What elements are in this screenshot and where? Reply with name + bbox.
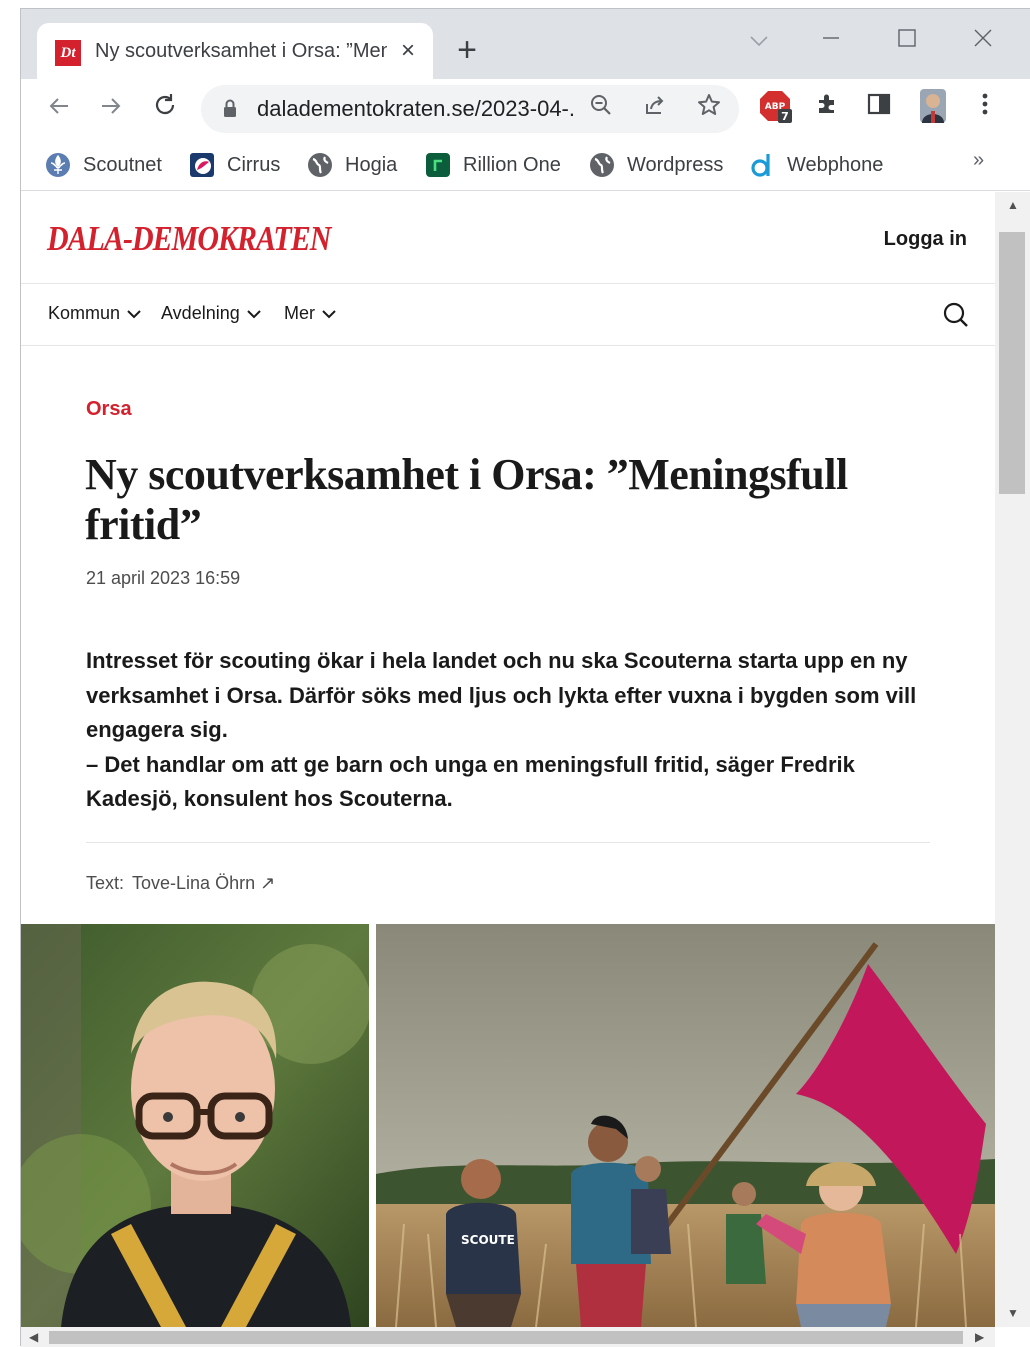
bookmark-star-icon[interactable] [693, 93, 725, 125]
scroll-left-arrow-icon[interactable]: ◀ [29, 1330, 38, 1344]
byline: Text: Tove-Lina Öhrn ↗ [86, 873, 275, 894]
close-tab-icon[interactable]: × [394, 37, 422, 65]
close-window-button[interactable] [963, 21, 1003, 61]
bookmark-webphone[interactable]: Webphone [749, 151, 883, 179]
bookmark-label: Webphone [787, 153, 884, 176]
webphone-icon [749, 152, 775, 178]
nav-label: Avdelning [161, 303, 240, 323]
scroll-down-arrow-icon[interactable]: ▼ [1007, 1306, 1019, 1320]
bookmark-label: Hogia [345, 153, 398, 176]
browser-toolbar: daladementokraten.se/2023-04-... ABP 7 [21, 79, 1030, 139]
tab-title: Ny scoutverksamhet i Orsa: ”Men [95, 40, 387, 62]
chevron-down-icon [127, 309, 141, 318]
search-icon[interactable] [941, 300, 971, 330]
bookmark-wordpress[interactable]: Wordpress [589, 151, 723, 179]
reload-button[interactable] [145, 89, 185, 129]
divider [86, 842, 930, 843]
fleur-de-lis-icon [45, 152, 71, 178]
tab-search-icon[interactable] [739, 21, 779, 61]
svg-text:7: 7 [781, 110, 789, 123]
vertical-scrollbar[interactable]: ▲ ▼ [995, 192, 1030, 1327]
svg-text:SCOUTE: SCOUTE [461, 1233, 515, 1247]
chevron-down-icon [247, 309, 261, 318]
bookmark-rillion-one[interactable]: Rillion One [425, 151, 561, 179]
bookmark-cirrus[interactable]: Cirrus [189, 151, 280, 179]
login-link[interactable]: Logga in [884, 228, 967, 251]
chrome-menu-icon[interactable] [965, 89, 1005, 129]
horizontal-scroll-thumb[interactable] [49, 1331, 963, 1344]
chevron-down-icon [322, 309, 336, 318]
site-header: DALA-DEMOKRATEN Logga in [21, 192, 995, 284]
bookmarks-bar: Scoutnet Cirrus Hogia Rillion One Wordpr… [21, 139, 1030, 191]
bookmarks-overflow-button[interactable]: » [973, 149, 984, 172]
tab-strip: Dt Ny scoutverksamhet i Orsa: ”Men × + [21, 9, 1030, 79]
article-photo-portrait[interactable] [21, 924, 369, 1327]
maximize-button[interactable] [887, 21, 927, 61]
globe-icon [307, 152, 333, 178]
article-photo-children-flag[interactable]: SCOUTE [376, 924, 995, 1327]
bookmark-label: Cirrus [227, 153, 281, 176]
tab-favicon-icon: Dt [55, 40, 81, 66]
extensions-puzzle-icon[interactable] [807, 89, 847, 129]
byline-label: Text: [86, 873, 125, 893]
lock-icon [224, 99, 236, 117]
adblock-plus-icon[interactable]: ABP 7 [755, 89, 795, 129]
article-lead: Intresset för scouting ökar i hela lande… [86, 644, 946, 817]
nav-avdelning[interactable]: Avdelning [161, 303, 262, 324]
site-logo[interactable]: DALA-DEMOKRATEN [47, 220, 331, 259]
scroll-right-arrow-icon[interactable]: ▶ [975, 1330, 984, 1344]
back-button[interactable] [39, 89, 79, 129]
bookmark-label: Scoutnet [83, 153, 162, 176]
browser-window: Dt Ny scoutverksamhet i Orsa: ”Men × + d… [20, 8, 1030, 1347]
side-panel-icon[interactable] [859, 89, 899, 129]
site-nav: Kommun Avdelning Mer [21, 284, 995, 346]
horizontal-scrollbar[interactable]: ◀ ▶ [21, 1327, 995, 1347]
author-link[interactable]: Tove-Lina Öhrn ↗ [132, 873, 275, 893]
article-headline: Ny scoutverksamhet i Orsa: ”Meningsfull … [85, 450, 848, 549]
cirrus-icon [189, 152, 215, 178]
forward-button[interactable] [91, 89, 131, 129]
article-category[interactable]: Orsa [86, 398, 132, 421]
lead-paragraph: Intresset för scouting ökar i hela lande… [86, 648, 917, 742]
vertical-scroll-thumb[interactable] [999, 232, 1025, 494]
rillion-icon [425, 152, 451, 178]
globe-icon [589, 152, 615, 178]
nav-label: Kommun [48, 303, 121, 323]
profile-avatar[interactable] [913, 89, 953, 129]
article-date: 21 april 2023 16:59 [86, 568, 241, 588]
url-text[interactable]: daladementokraten.se/2023-04-... [257, 96, 577, 122]
bookmark-label: Rillion One [463, 153, 561, 176]
bookmark-label: Wordpress [627, 153, 724, 176]
browser-tab-active[interactable]: Dt Ny scoutverksamhet i Orsa: ”Men × [37, 23, 433, 79]
nav-kommun[interactable]: Kommun [48, 303, 142, 324]
nav-mer[interactable]: Mer [284, 303, 337, 324]
page-viewport: DALA-DEMOKRATEN Logga in Kommun Avdelnin… [21, 192, 995, 1327]
zoom-icon[interactable] [585, 93, 617, 125]
nav-label: Mer [284, 303, 315, 323]
new-tab-button[interactable]: + [451, 33, 483, 67]
share-icon[interactable] [639, 93, 671, 125]
scroll-up-arrow-icon[interactable]: ▲ [1007, 198, 1019, 212]
minimize-button[interactable] [811, 21, 851, 61]
bookmark-hogia[interactable]: Hogia [307, 151, 397, 179]
lead-paragraph: – Det handlar om att ge barn och unga en… [86, 751, 855, 812]
bookmark-scoutnet[interactable]: Scoutnet [45, 151, 162, 179]
address-bar[interactable]: daladementokraten.se/2023-04-... [201, 85, 739, 133]
